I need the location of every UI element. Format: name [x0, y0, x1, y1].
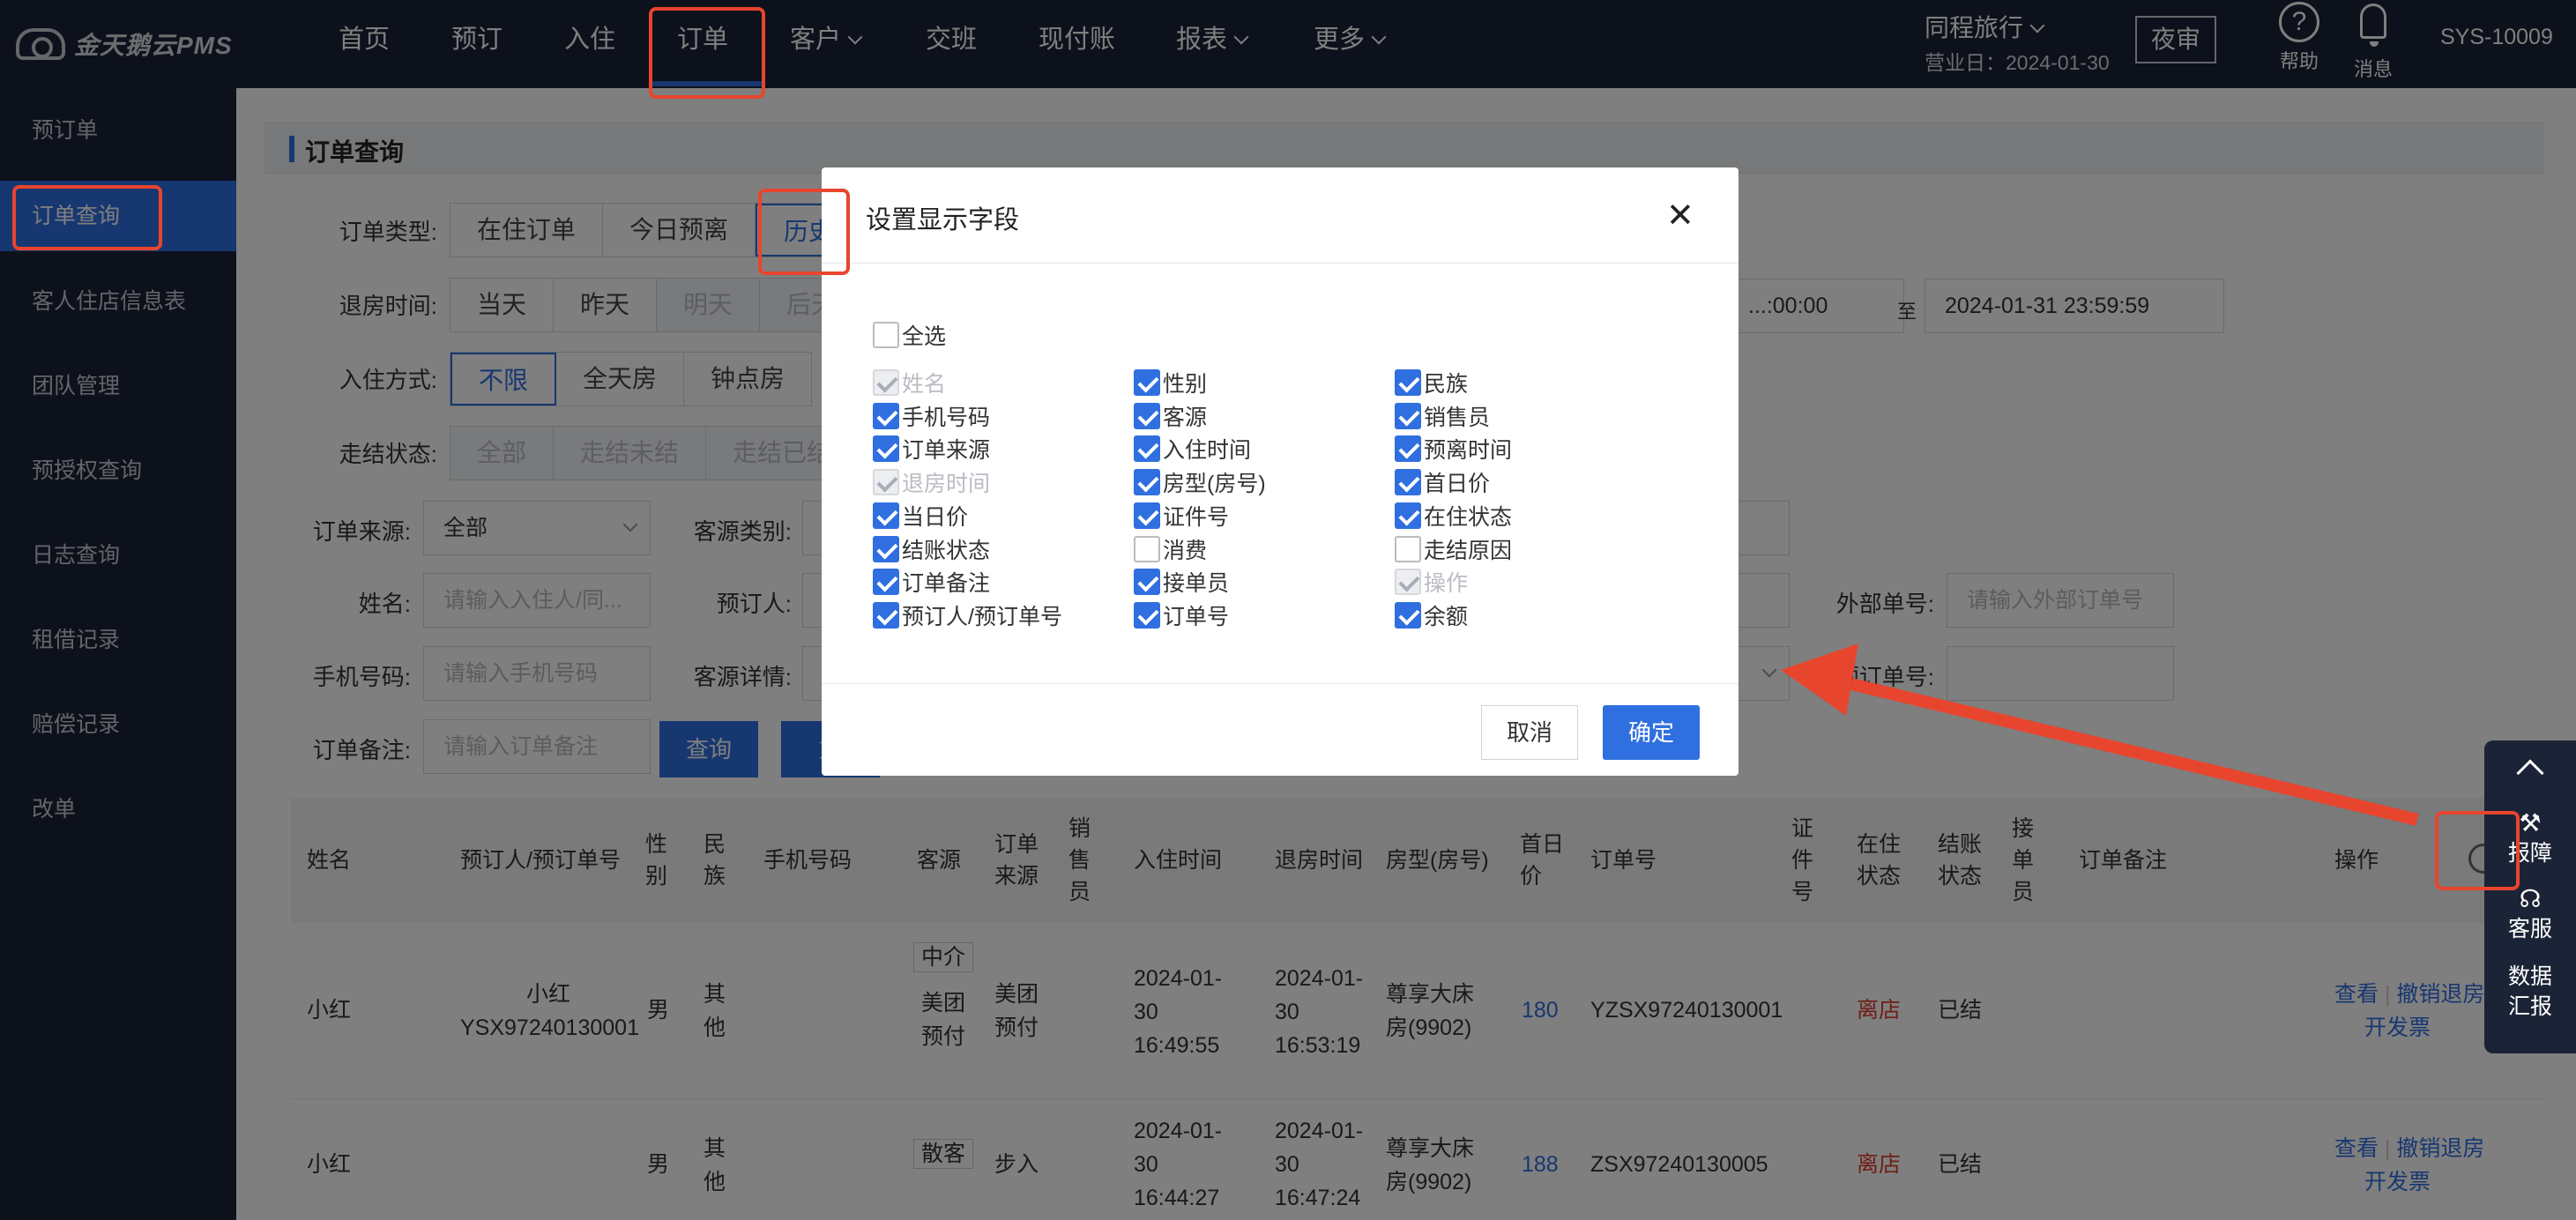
annotation-arrow-line	[1850, 678, 2419, 826]
annotation-arrow-head	[1781, 643, 1858, 716]
annotation-arrow-svg	[1781, 643, 2419, 826]
